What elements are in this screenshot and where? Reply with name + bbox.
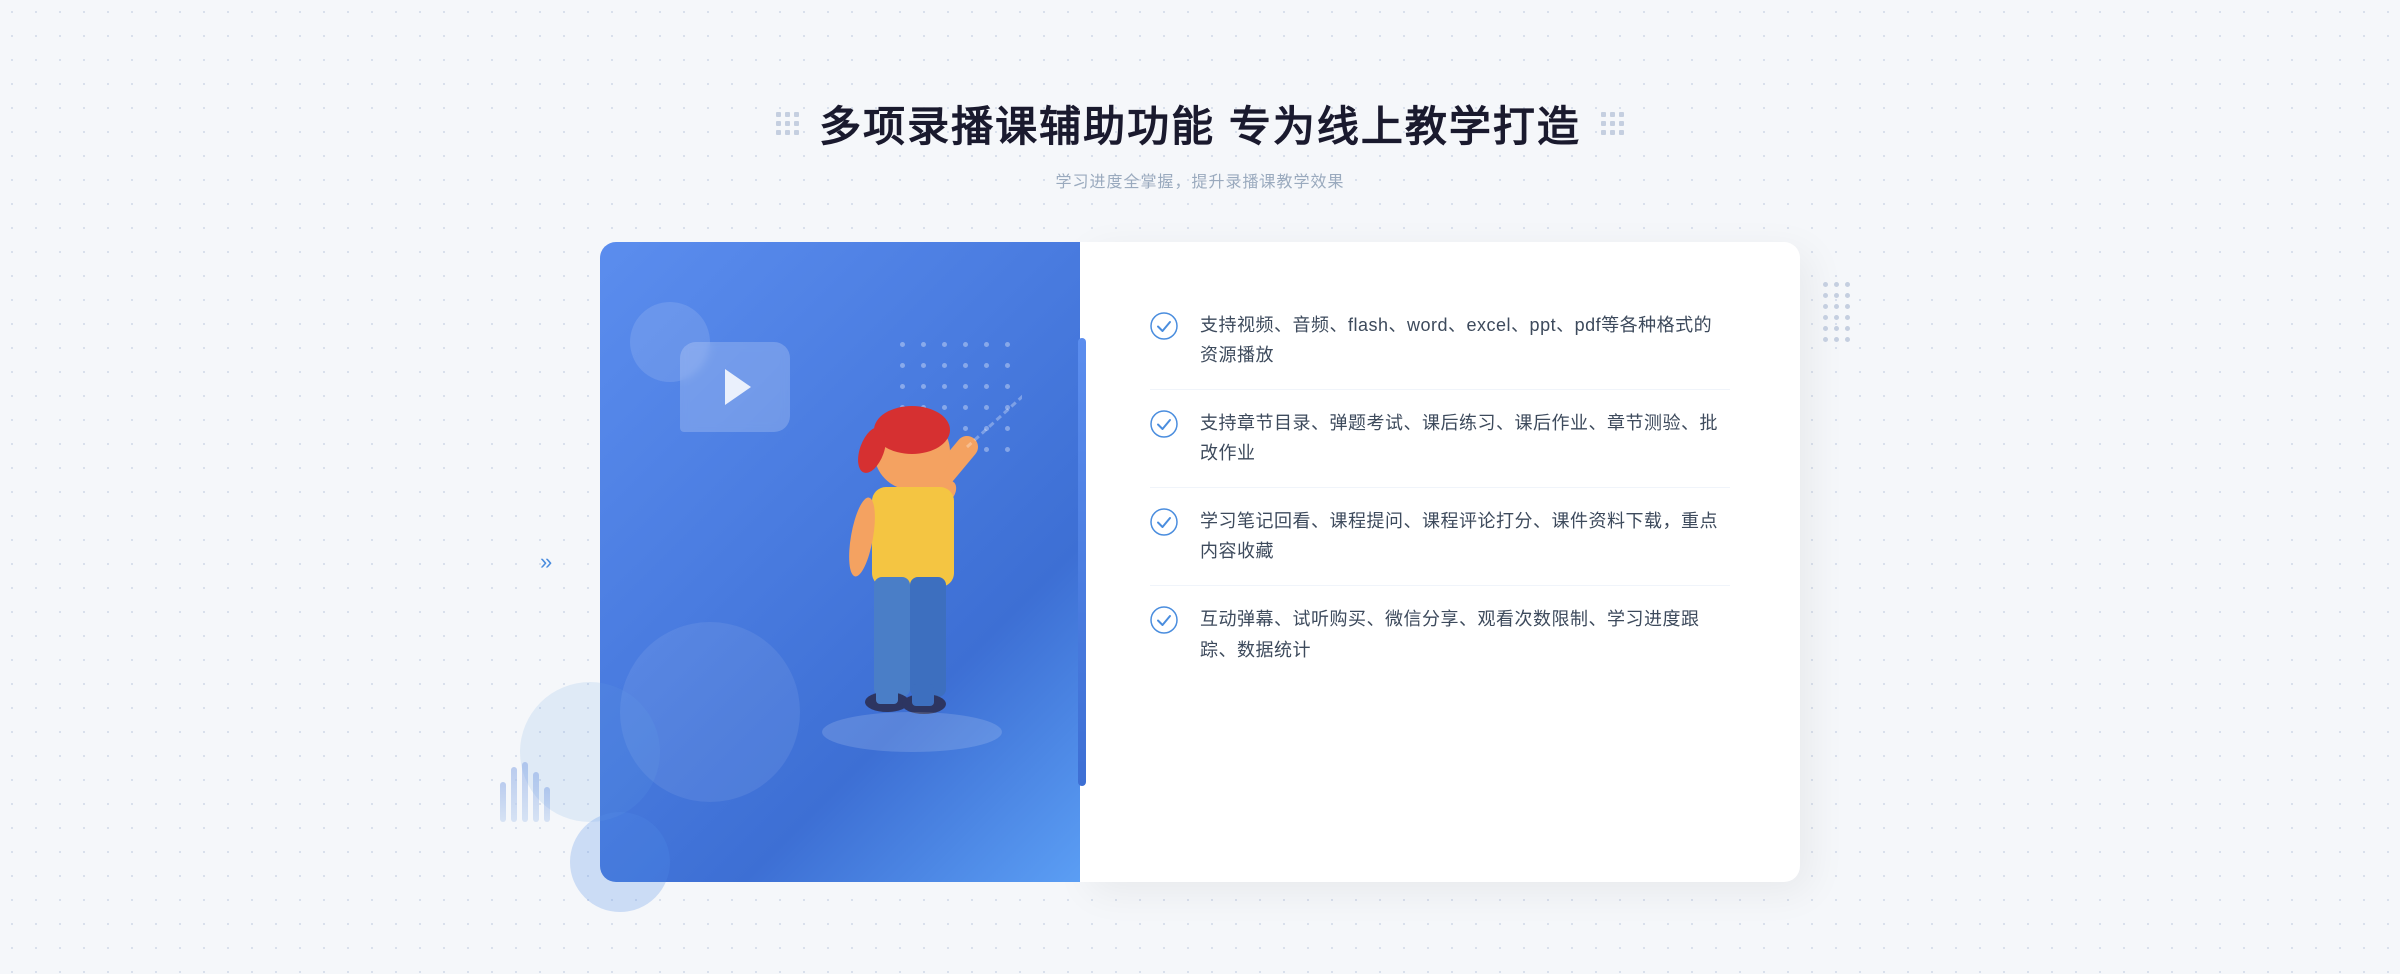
person-figure [762, 322, 1022, 882]
features-panel: 支持视频、音频、flash、word、excel、ppt、pdf等各种格式的资源… [1080, 242, 1800, 882]
outer-deco-circle [520, 682, 660, 822]
chevron-icon: » [540, 551, 552, 573]
accent-bar [1078, 338, 1086, 786]
play-icon [725, 369, 751, 405]
content-area: » [600, 242, 1800, 882]
left-decorative-dots [776, 112, 799, 135]
main-title: 多项录播课辅助功能 专为线上教学打造 [819, 93, 1581, 154]
subtitle: 学习进度全掌握，提升录播课教学效果 [776, 168, 1624, 192]
right-deco-dots [1823, 282, 1850, 342]
feature-item-3: 学习笔记回看、课程提问、课程评论打分、课件资料下载，重点内容收藏 [1150, 488, 1730, 586]
feature-text-1: 支持视频、音频、flash、word、excel、ppt、pdf等各种格式的资源… [1200, 310, 1730, 371]
check-icon-4 [1150, 606, 1178, 634]
bottom-circle-left [570, 812, 670, 912]
feature-text-4: 互动弹幕、试听购买、微信分享、观看次数限制、学习进度跟踪、数据统计 [1200, 604, 1730, 665]
feature-item-1: 支持视频、音频、flash、word、excel、ppt、pdf等各种格式的资源… [1150, 292, 1730, 390]
header-section: 多项录播课辅助功能 专为线上教学打造 学习进度全掌握，提升录播课教学效果 [776, 93, 1624, 192]
page-container: 多项录播课辅助功能 专为线上教学打造 学习进度全掌握，提升录播课教学效果 » [0, 0, 2400, 974]
check-icon-1 [1150, 312, 1178, 340]
feature-item-2: 支持章节目录、弹题考试、课后练习、课后作业、章节测验、批改作业 [1150, 390, 1730, 488]
title-row: 多项录播课辅助功能 专为线上教学打造 [776, 93, 1624, 154]
right-decorative-dots [1601, 112, 1624, 135]
check-icon-2 [1150, 410, 1178, 438]
left-chevrons: » [540, 551, 552, 573]
feature-text-3: 学习笔记回看、课程提问、课程评论打分、课件资料下载，重点内容收藏 [1200, 506, 1730, 567]
feature-item-4: 互动弹幕、试听购买、微信分享、观看次数限制、学习进度跟踪、数据统计 [1150, 586, 1730, 683]
check-icon-3 [1150, 508, 1178, 536]
illustration-panel [600, 242, 1080, 882]
feature-text-2: 支持章节目录、弹题考试、课后练习、课后作业、章节测验、批改作业 [1200, 408, 1730, 469]
